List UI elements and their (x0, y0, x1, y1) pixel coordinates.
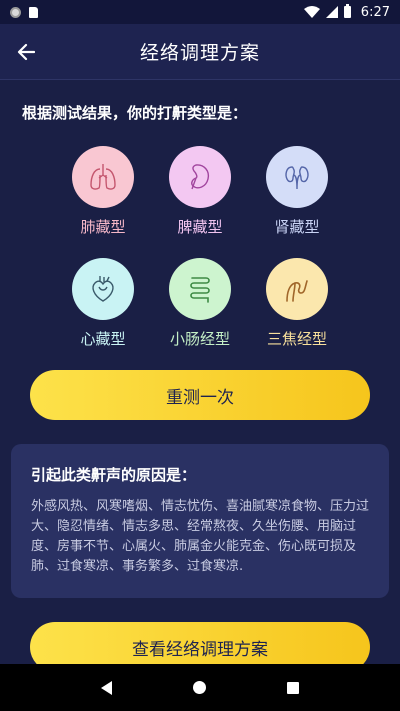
cause-text: 外感风热、风寒嗜烟、情志忧伤、喜油腻寒凉食物、压力过大、隐忍情绪、情志多思、经常… (31, 499, 370, 574)
type-kidney: 肾藏型 (252, 146, 342, 237)
nav-back-icon[interactable] (100, 680, 112, 695)
cause-title: 引起此类鼾声的原因是： (31, 466, 197, 484)
lungs-icon (72, 146, 134, 208)
nav-home-icon[interactable] (192, 681, 206, 694)
wifi-icon (303, 6, 320, 18)
back-button[interactable] (10, 36, 42, 68)
system-nav-bar (0, 664, 400, 711)
battery-icon (343, 4, 351, 18)
main-content: 根据测试结果，你的打鼾类型是： 肺藏型 脾藏型 肾藏型 心藏型 小肠经型 三焦经… (0, 80, 400, 664)
notification-dot-icon (10, 6, 21, 18)
status-bar: 6:27 (0, 0, 400, 24)
type-label: 脾藏型 (177, 218, 223, 236)
type-label: 肾藏型 (274, 218, 320, 236)
retest-button[interactable]: 重测一次 (30, 370, 370, 420)
sd-card-icon (29, 6, 38, 18)
nav-recent-icon[interactable] (287, 681, 300, 694)
spleen-icon (169, 146, 231, 208)
arrow-left-icon (17, 43, 35, 61)
type-label: 肺藏型 (80, 218, 126, 236)
sanjiao-icon (266, 258, 328, 320)
type-label: 小肠经型 (169, 330, 230, 348)
result-title: 根据测试结果，你的打鼾类型是： (22, 104, 248, 122)
type-heart: 心藏型 (58, 258, 148, 349)
type-label: 心藏型 (80, 330, 126, 348)
status-time: 6:27 (360, 4, 390, 20)
cause-card: 引起此类鼾声的原因是： 外感风热、风寒嗜烟、情志忧伤、喜油腻寒凉食物、压力过大、… (11, 444, 389, 598)
app-bar: 经络调理方案 (0, 24, 400, 80)
type-spleen: 脾藏型 (155, 146, 245, 237)
type-small-intestine: 小肠经型 (155, 258, 245, 349)
intestine-icon (169, 258, 231, 320)
view-plan-button[interactable]: 查看经络调理方案 (30, 622, 370, 664)
page-title: 经络调理方案 (139, 42, 260, 64)
type-lung: 肺藏型 (58, 146, 148, 237)
heart-organ-icon (72, 258, 134, 320)
signal-icon (325, 6, 338, 18)
type-sanjiao: 三焦经型 (252, 258, 342, 349)
kidney-icon (266, 146, 328, 208)
type-label: 三焦经型 (266, 330, 327, 348)
